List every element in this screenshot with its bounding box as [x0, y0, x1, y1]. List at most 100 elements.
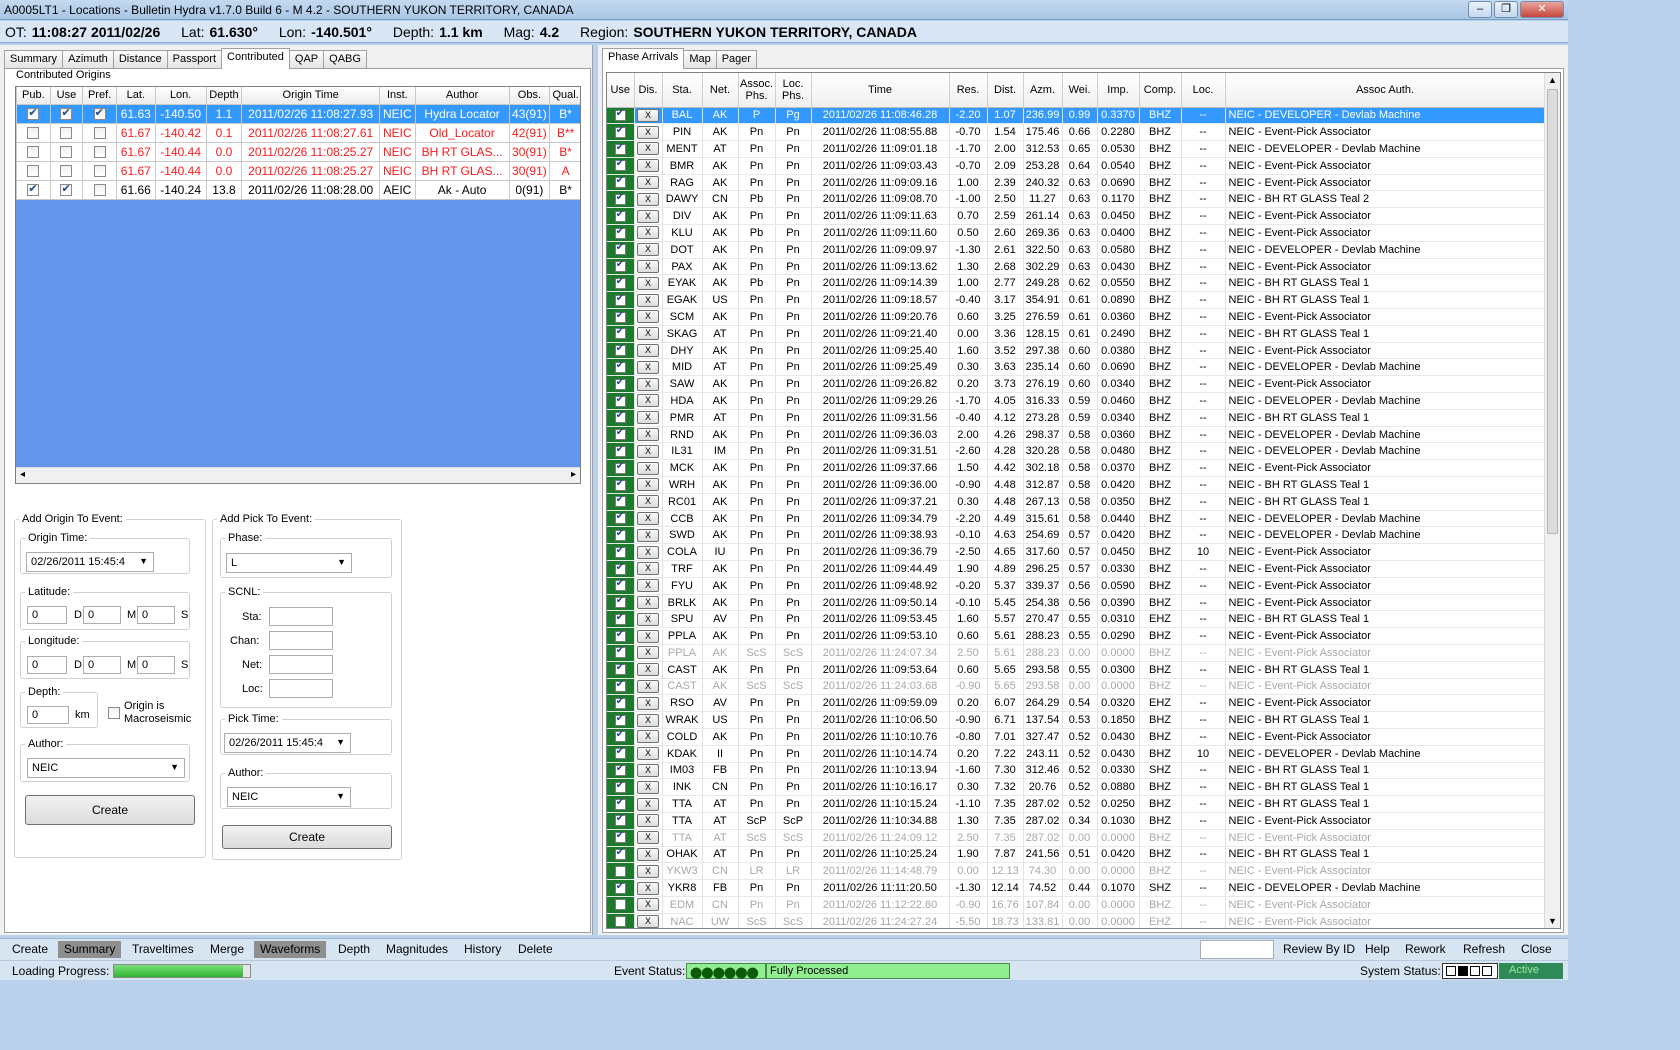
use-checkbox[interactable]	[614, 865, 626, 877]
discard-button[interactable]: X	[637, 646, 659, 660]
origin-pub-checkbox[interactable]	[27, 106, 40, 121]
origin-author-select[interactable]: NEIC ▼	[27, 758, 185, 778]
tab-qap[interactable]: QAP	[288, 50, 325, 68]
col-loc[interactable]: Loc.	[1181, 73, 1226, 108]
origin-use-checkbox[interactable]	[60, 146, 73, 159]
help-button[interactable]: Help	[1359, 941, 1396, 958]
discard-button[interactable]: X	[637, 864, 659, 878]
close-button[interactable]: Close	[1515, 941, 1558, 958]
discard-button[interactable]: X	[637, 545, 659, 559]
use-checkbox[interactable]	[614, 645, 626, 659]
use-checkbox[interactable]	[614, 192, 626, 205]
discard-button[interactable]: X	[637, 209, 659, 223]
discard-button[interactable]: X	[637, 814, 659, 828]
depth-input[interactable]: 0	[27, 706, 69, 724]
summary-button[interactable]: Summary	[58, 941, 122, 958]
phase-row[interactable]: XKLUAKPbPn2011/02/26 11:09:11.600.502.60…	[607, 224, 1546, 242]
origin-use-checkbox[interactable]	[60, 165, 73, 178]
discard-button[interactable]: X	[637, 696, 659, 710]
phase-row[interactable]: XTTAATScSScS2011/02/26 11:24:09.122.507.…	[607, 829, 1546, 847]
use-checkbox[interactable]	[614, 528, 626, 541]
phase-row[interactable]: XSKAGATPnPn2011/02/26 11:09:21.400.003.3…	[607, 325, 1546, 343]
discard-button[interactable]: X	[637, 428, 659, 442]
discard-button[interactable]: X	[637, 579, 659, 593]
phase-row[interactable]: XDAWYCNPbPn2011/02/26 11:09:08.70-1.002.…	[607, 190, 1546, 209]
delete-button[interactable]: Delete	[512, 941, 559, 958]
discard-button[interactable]: X	[637, 780, 659, 794]
phase-row[interactable]: XPMRATPnPn2011/02/26 11:09:31.56-0.404.1…	[607, 409, 1546, 427]
use-checkbox[interactable]	[614, 511, 626, 525]
discard-button[interactable]: X	[637, 831, 659, 845]
use-checkbox[interactable]	[614, 175, 626, 189]
discard-button[interactable]: X	[637, 243, 659, 257]
use-checkbox[interactable]	[614, 427, 626, 441]
discard-button[interactable]: X	[637, 310, 659, 324]
use-checkbox[interactable]	[614, 746, 626, 760]
use-checkbox[interactable]	[614, 595, 626, 609]
tab-phase-arrivals[interactable]: Phase Arrivals	[602, 48, 685, 69]
origin-pub-checkbox[interactable]	[27, 182, 40, 197]
discard-button[interactable]: X	[637, 679, 659, 693]
discard-button[interactable]: X	[637, 915, 659, 928]
use-checkbox[interactable]	[614, 125, 626, 138]
use-checkbox[interactable]	[614, 780, 626, 793]
origin-pref-checkbox[interactable]	[93, 106, 106, 121]
discard-button[interactable]: X	[637, 293, 659, 307]
use-checkbox[interactable]	[614, 360, 626, 373]
origin-use-checkbox[interactable]	[60, 182, 73, 197]
traveltimes-button[interactable]: Traveltimes	[126, 941, 200, 958]
discard-button[interactable]: X	[637, 276, 659, 290]
discard-button[interactable]: X	[637, 713, 659, 727]
discard-button[interactable]: X	[637, 747, 659, 761]
phase-row[interactable]: X YKW3 CN LR LR 2011/02/26 11:14:48.79 0.00 12.…	[607, 862, 1546, 881]
origin-pref-checkbox[interactable]	[93, 127, 106, 140]
use-checkbox[interactable]	[614, 410, 626, 424]
sta-input[interactable]	[269, 607, 333, 626]
discard-button[interactable]: X	[637, 108, 659, 122]
col-lon[interactable]: Lon.	[154, 87, 207, 105]
origin-pub-checkbox[interactable]	[27, 127, 40, 140]
phase-row[interactable]: XIL31IMPnPn2011/02/26 11:09:31.51-2.604.…	[607, 442, 1546, 461]
phase-row[interactable]: XEYAKAKPbPn2011/02/26 11:09:14.391.002.7…	[607, 274, 1546, 293]
col-pref[interactable]: Pref.	[82, 87, 117, 105]
discard-button[interactable]: X	[637, 478, 659, 492]
col-loc-phs[interactable]: Loc. Phs.	[775, 73, 812, 108]
origins-hscrollbar[interactable]: ◂ ▸	[16, 467, 580, 483]
phase-row[interactable]: XFYUAKPnPn2011/02/26 11:09:48.92-0.205.3…	[607, 577, 1546, 595]
phase-row[interactable]: X NAC UW ScS ScS 2011/02/26 11:24:27.24 -5.50 1…	[607, 913, 1546, 928]
discard-button[interactable]: X	[637, 898, 659, 912]
col-qual[interactable]: Qual.	[549, 87, 580, 105]
use-checkbox[interactable]	[614, 545, 626, 558]
discard-button[interactable]: X	[637, 394, 659, 408]
tab-qabg[interactable]: QABG	[323, 50, 367, 68]
use-checkbox[interactable]	[614, 108, 626, 121]
col-time[interactable]: Time	[811, 73, 950, 108]
col-origin-time[interactable]: Origin Time	[241, 87, 380, 105]
use-checkbox[interactable]	[614, 830, 626, 844]
discard-button[interactable]: X	[637, 562, 659, 576]
review-id-input[interactable]	[1200, 940, 1274, 959]
phase-row[interactable]: XRNDAKPnPn2011/02/26 11:09:36.032.004.26…	[607, 426, 1546, 444]
phase-row[interactable]: XPINAKPnPn2011/02/26 11:08:55.88-0.701.5…	[607, 123, 1546, 142]
longitude-minutes-input[interactable]: 0	[83, 656, 121, 674]
col-use[interactable]: Use	[49, 87, 84, 105]
history-button[interactable]: History	[458, 941, 507, 958]
origin-pref-checkbox[interactable]	[93, 146, 106, 159]
origin-row[interactable]: 61.63-140.501.12011/02/26 11:08:27.93NEI…	[16, 103, 580, 124]
phase-row[interactable]: XIM03FBPnPn2011/02/26 11:10:13.94-1.607.…	[607, 762, 1546, 780]
use-checkbox[interactable]	[614, 899, 626, 911]
discard-button[interactable]: X	[637, 847, 659, 861]
use-checkbox[interactable]	[614, 813, 626, 827]
review-by-id-button[interactable]: Review By ID	[1277, 941, 1361, 958]
use-checkbox[interactable]	[614, 444, 626, 457]
use-checkbox[interactable]	[614, 142, 626, 155]
use-checkbox[interactable]	[614, 293, 626, 306]
use-checkbox[interactable]	[614, 881, 626, 894]
use-checkbox[interactable]	[614, 696, 626, 709]
phase-row[interactable]: XHDAAKPnPn2011/02/26 11:09:29.26-1.704.0…	[607, 392, 1546, 410]
phase-row[interactable]: XTTAATPnPn2011/02/26 11:10:15.24-1.107.3…	[607, 795, 1546, 813]
discard-button[interactable]: X	[637, 629, 659, 643]
col-pub[interactable]: Pub.	[16, 87, 51, 105]
col-obs[interactable]: Obs.	[508, 87, 551, 105]
origin-row[interactable]: 61.67 -140.44 0.0 2011/02/26 11:08:25.27 NEI…	[16, 141, 580, 162]
